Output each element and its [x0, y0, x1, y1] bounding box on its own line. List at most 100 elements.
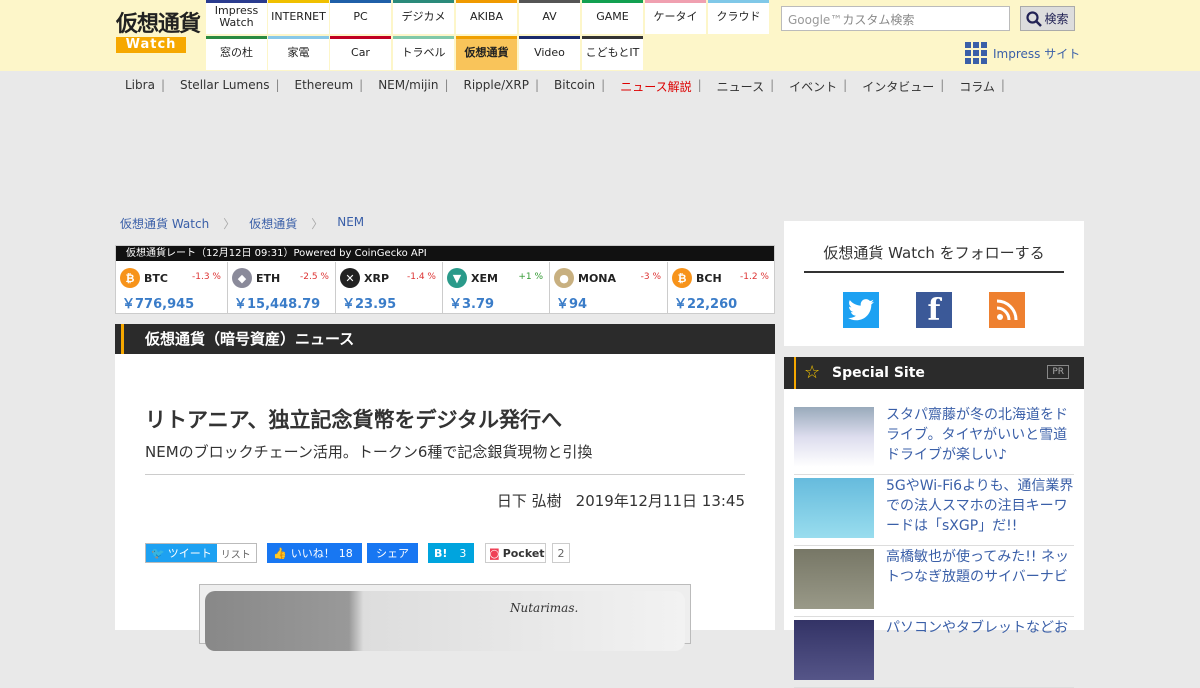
coin-price: ￥776,945: [122, 297, 195, 312]
nav-item-0[interactable]: Impress Watch: [206, 0, 267, 34]
nav-label: Impress Watch: [214, 4, 259, 29]
coin-price: ￥22,260: [674, 297, 738, 312]
nav-label: 家電: [287, 46, 310, 59]
author-name: 日下 弘樹: [496, 492, 562, 510]
like-count: 18: [338, 546, 353, 560]
search-input[interactable]: Google™カスタム検索: [781, 6, 1010, 31]
nav-item-1[interactable]: INTERNET: [268, 0, 329, 34]
coin-symbol: XEM: [471, 272, 498, 285]
facebook-follow-button[interactable]: f: [916, 292, 952, 328]
coin-icon: ▼: [447, 268, 467, 288]
nav-label: クラウド: [716, 10, 761, 23]
like-button[interactable]: 👍 いいね！ 18: [267, 543, 362, 563]
logo-subtitle: Watch: [116, 37, 186, 53]
nav-item-bottom-0[interactable]: 窓の杜: [206, 36, 267, 70]
nav-item-2[interactable]: PC: [330, 0, 391, 34]
special-item-text: 5GやWi-Fi6よりも、通信業界での法人スマホの注目キーワードは「sXGP」だ…: [886, 478, 1074, 534]
topic-link[interactable]: NEM/mijin: [378, 78, 438, 95]
rss-follow-button[interactable]: [989, 292, 1025, 328]
separator: |: [770, 78, 775, 92]
twitter-follow-button[interactable]: [843, 292, 879, 328]
hatena-button[interactable]: B! 3: [428, 543, 474, 563]
coin-rate-5[interactable]: ₿ BCH -1.2 % ￥22,260: [668, 262, 775, 314]
topic-link[interactable]: Ripple/XRP: [464, 78, 529, 95]
breadcrumb-link[interactable]: 仮想通貨 Watch: [120, 215, 209, 232]
coin-rate-0[interactable]: ₿ BTC -1.3 % ￥776,945: [116, 262, 228, 314]
special-item[interactable]: パソコンやタブレットなどお: [794, 618, 1074, 688]
nav-item-6[interactable]: GAME: [582, 0, 643, 34]
pr-badge: PR: [1047, 365, 1069, 379]
breadcrumb-link[interactable]: NEM: [337, 215, 364, 232]
coin-symbol: MONA: [578, 272, 617, 285]
topic-link[interactable]: Stellar Lumens: [180, 78, 269, 95]
special-item-text: パソコンやタブレットなどお: [886, 620, 1068, 636]
topic-link[interactable]: インタビュー: [862, 78, 934, 95]
breadcrumb: 仮想通貨 Watch 〉仮想通貨〉 NEM: [120, 215, 364, 232]
separator: |: [359, 78, 364, 92]
nav-item-4[interactable]: AKIBA: [456, 0, 517, 34]
rss-icon: [996, 299, 1018, 321]
nav-label: Video: [534, 46, 565, 59]
special-item[interactable]: 5GやWi-Fi6よりも、通信業界での法人スマホの注目キーワードは「sXGP」だ…: [794, 476, 1074, 546]
hatena-count: 3: [459, 546, 467, 560]
topic-link[interactable]: Bitcoin: [554, 78, 595, 95]
nav-item-bottom-6[interactable]: こどもとIT: [582, 36, 643, 70]
chevron-right-icon: 〉: [311, 217, 324, 231]
special-title: Special Site: [832, 365, 925, 381]
site-nav: Impress Watch INTERNET PC デジカメ AKIBA AV GAME ケー…: [205, 0, 770, 70]
topic-link[interactable]: コラム: [959, 78, 995, 95]
topic-link[interactable]: イベント: [789, 78, 837, 95]
nav-item-7[interactable]: ケータイ: [645, 0, 706, 34]
special-item[interactable]: スタパ齋藤が冬の北海道をドライブ。タイヤがいいと雪道ドライブが楽しい♪: [794, 405, 1074, 475]
coin-rate-1[interactable]: ◆ ETH -2.5 % ￥15,448.79: [228, 262, 336, 314]
topic-link[interactable]: ニュース: [717, 78, 764, 95]
nav-item-bottom-2[interactable]: Car: [330, 36, 391, 70]
site-logo[interactable]: 仮想通貨 Watch: [116, 12, 201, 56]
nav-label: トラベル: [401, 46, 446, 59]
separator: |: [444, 78, 449, 92]
separator: |: [275, 78, 280, 92]
nav-color-bar: [393, 36, 454, 39]
article-image: Nutarimas.: [199, 584, 691, 651]
nav-label: AKIBA: [469, 10, 504, 23]
coin-rate-2[interactable]: ✕ XRP -1.4 % ￥23.95: [336, 262, 443, 314]
nav-item-bottom-1[interactable]: 家電: [268, 36, 329, 70]
breadcrumb-link[interactable]: 仮想通貨: [249, 215, 297, 232]
special-thumbnail: [794, 549, 874, 609]
special-item[interactable]: 高橋敏也が使ってみた!! ネットつなぎ放題のサイバーナビ: [794, 547, 1074, 617]
nav-color-bar: [519, 36, 580, 39]
topic-link[interactable]: ニュース解説: [620, 78, 691, 95]
share-button[interactable]: シェア: [367, 543, 418, 563]
coin-change: -2.5 %: [300, 272, 329, 282]
nav-color-bar: [206, 36, 267, 39]
list-label[interactable]: リスト: [217, 546, 251, 561]
topic-link[interactable]: Libra: [125, 78, 155, 95]
nav-label: GAME: [596, 10, 629, 23]
nav-color-bar: [456, 0, 517, 3]
nav-item-5[interactable]: AV: [519, 0, 580, 34]
tweet-button[interactable]: 🐦 ツイート リスト: [145, 543, 257, 563]
coin-rate-4[interactable]: ● MONA -3 % ￥94: [550, 262, 668, 314]
nav-item-bottom-3[interactable]: トラベル: [393, 36, 454, 70]
divider: [145, 474, 745, 475]
special-header: ☆ Special Site PR: [784, 357, 1084, 389]
pocket-button[interactable]: ◙ Pocket: [485, 543, 546, 563]
topic-link[interactable]: Ethereum: [295, 78, 354, 95]
coin-change: -1.2 %: [740, 272, 769, 282]
coin-rate-3[interactable]: ▼ XEM +1 % ￥3.79: [443, 262, 550, 314]
separator: |: [601, 78, 606, 92]
nav-item-bottom-4[interactable]: 仮想通貨: [456, 36, 517, 70]
coin-price: ￥15,448.79: [234, 297, 321, 312]
nav-color-bar: [206, 0, 267, 3]
nav-item-8[interactable]: クラウド: [708, 0, 769, 34]
special-item-text: スタパ齋藤が冬の北海道をドライブ。タイヤがいいと雪道ドライブが楽しい♪: [886, 407, 1068, 463]
chevron-right-icon: 〉: [223, 217, 236, 231]
coin-icon: ●: [554, 268, 574, 288]
impress-site-link[interactable]: Impress サイト: [965, 42, 1080, 64]
nav-item-bottom-5[interactable]: Video: [519, 36, 580, 70]
rate-ticker: 仮想通貨レート（12月12日 09:31）Powered by CoinGeck…: [115, 245, 775, 314]
coin-icon: ◆: [232, 268, 252, 288]
search-button[interactable]: 検索: [1020, 6, 1075, 31]
nav-item-3[interactable]: デジカメ: [393, 0, 454, 34]
section-title: 仮想通貨（暗号資産）ニュース: [115, 324, 775, 354]
